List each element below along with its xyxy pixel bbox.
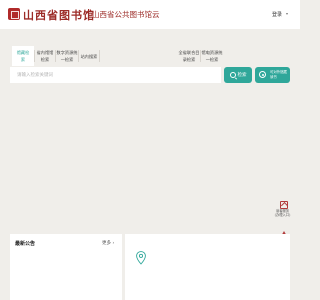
location-pin-icon[interactable] <box>136 251 146 265</box>
login-link[interactable]: 登录 <box>272 11 282 18</box>
sidebar-item-sublabel: (办理入口) <box>274 213 291 217</box>
tab-divider <box>99 50 100 62</box>
sidebar-item-reader-service[interactable]: 读者服务 (办理入口) <box>274 201 292 217</box>
search-button-label: 检索 <box>237 73 247 78</box>
logo-divider <box>88 9 89 19</box>
notice-more-label: 更多 <box>102 241 111 246</box>
search-button[interactable]: 检索 <box>224 67 252 83</box>
unified-access-label: 可对外馆藏读书 <box>270 70 287 79</box>
search-input[interactable] <box>10 67 221 83</box>
reader-card-icon <box>280 201 288 209</box>
site-subtitle: 山西省公共图书馆云 <box>92 10 160 19</box>
search-icon <box>229 72 236 78</box>
site-header: 山西省图书馆 山西省公共图书馆云 登录 ▾ <box>0 0 300 29</box>
notice-more-link[interactable]: 更多 › <box>102 240 114 246</box>
gear-icon <box>259 71 266 78</box>
chevron-right-icon: › <box>112 241 115 246</box>
tab-e-resource-search[interactable]: 馆电资源统一检索 <box>201 46 223 66</box>
logo-seal-icon[interactable] <box>8 8 20 20</box>
notice-title: 最新公告 <box>15 241 36 247</box>
unified-access-button[interactable]: 可对外馆藏读书 <box>255 67 290 83</box>
site-logo[interactable]: 山西省图书馆 <box>23 7 95 23</box>
search-tabs: 馆藏检索 省内馆馆检索 数字资源统一检索 站内搜索 全省联合目录检索 馆电资源统… <box>10 46 290 66</box>
notice-card: 最新公告 更多 › <box>10 234 122 300</box>
tab-union-catalog-search[interactable]: 全省联合目录检索 <box>178 46 200 66</box>
tab-site-search[interactable]: 站内搜索 <box>79 46 99 66</box>
map-card <box>125 234 290 300</box>
tab-province-library-search[interactable]: 省内馆馆检索 <box>35 46 55 66</box>
tab-digital-resource-search[interactable]: 数字资源统一检索 <box>56 46 78 66</box>
chevron-down-icon[interactable]: ▾ <box>286 11 288 16</box>
tab-collection-search[interactable]: 馆藏检索 <box>12 46 34 66</box>
